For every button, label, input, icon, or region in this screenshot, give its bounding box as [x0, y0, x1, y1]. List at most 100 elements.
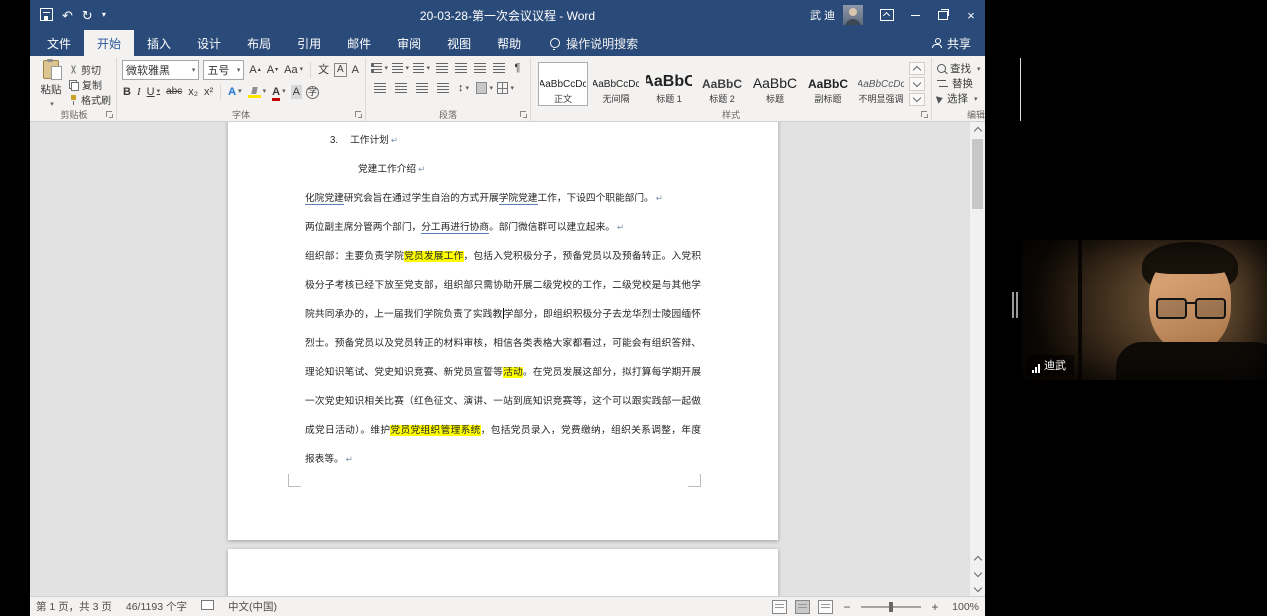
paragraph-dialog-launcher[interactable] [520, 111, 528, 119]
style-item[interactable]: AaBbC标题 2 [697, 62, 747, 106]
clipboard-dialog-launcher[interactable] [106, 111, 114, 119]
font-dialog-launcher[interactable] [355, 111, 363, 119]
phonetic-guide-button[interactable]: 文 [317, 63, 330, 77]
document-line[interactable]: 成党日活动）。维护党员党组织管理系统，包括党员录入，党费缴纳，组织关系调整，年度 [305, 416, 701, 445]
align-left-button[interactable] [371, 80, 388, 96]
text-effects-button[interactable]: A▾ [227, 85, 242, 99]
style-item[interactable]: AaBbC标题 1 [644, 62, 694, 106]
save-button[interactable] [40, 8, 53, 23]
strikethrough-button[interactable]: abc [165, 85, 183, 99]
ribbon-display-options-button[interactable] [873, 0, 901, 30]
document-page-1[interactable]: 3.工作计划↵党建工作介绍↵化院党建研究会旨在通过学生自治的方式开展学院党建工作… [228, 122, 778, 540]
sort-button[interactable] [491, 60, 506, 76]
zoom-percent[interactable]: 100% [949, 601, 979, 613]
redo-button[interactable]: ↻ [82, 9, 93, 22]
document-line[interactable]: 极分子考核已经下放至党支部，组织部只需协助开展二级党校的工作，二级党校是与其他学 [305, 271, 701, 300]
next-page-button[interactable] [970, 566, 985, 581]
previous-page-button[interactable] [970, 551, 985, 566]
bold-button[interactable]: B [122, 85, 132, 99]
line-spacing-button[interactable]: ↕▾ [455, 80, 472, 96]
show-formatting-marks-button[interactable]: ¶ [510, 60, 525, 76]
replace-button[interactable]: 替换 [937, 76, 1015, 91]
grow-font-button[interactable]: A [248, 63, 261, 77]
vertical-scrollbar[interactable] [969, 122, 985, 596]
superscript-button[interactable]: x² [203, 85, 214, 99]
subscript-button[interactable]: x₂ [187, 85, 199, 99]
tell-me-search[interactable]: 操作说明搜索 [550, 30, 638, 56]
ribbon-tab[interactable]: 审阅 [384, 30, 434, 56]
zoom-in-button[interactable]: + [929, 601, 941, 613]
zoom-slider-thumb[interactable] [889, 602, 893, 612]
read-mode-button[interactable] [772, 600, 787, 614]
scrollbar-thumb[interactable] [972, 139, 983, 209]
asian-layout-button[interactable] [472, 60, 487, 76]
ribbon-tab[interactable]: 文件 [34, 30, 84, 56]
video-collapse-handle[interactable] [1012, 292, 1019, 318]
page-number-status[interactable]: 第 1 页，共 3 页 [36, 599, 112, 614]
styles-more-button[interactable] [909, 93, 925, 106]
decrease-indent-button[interactable] [434, 60, 449, 76]
ribbon-tab[interactable]: 设计 [184, 30, 234, 56]
increase-indent-button[interactable] [453, 60, 468, 76]
bullets-button[interactable]: ▾ [371, 60, 388, 76]
ribbon-tab[interactable]: 布局 [234, 30, 284, 56]
document-line[interactable]: 报表等。↵ [305, 445, 701, 474]
ribbon-tab[interactable]: 开始 [84, 30, 134, 56]
document-line[interactable]: 党建工作介绍↵ [358, 155, 701, 184]
font-name-combo[interactable]: 微软雅黑▾ [122, 60, 199, 80]
style-item[interactable]: AaBbC标题 [750, 62, 800, 106]
restore-button[interactable] [929, 0, 957, 30]
italic-button[interactable]: I [136, 85, 142, 99]
proofing-status[interactable] [201, 600, 214, 613]
style-item[interactable]: AaBbCcDc不明显强调 [856, 62, 906, 106]
document-line[interactable]: 3.工作计划↵ [330, 126, 701, 155]
ribbon-tab[interactable]: 邮件 [334, 30, 384, 56]
language-status[interactable]: 中文(中国) [228, 599, 277, 614]
document-line[interactable]: 两位副主席分管两个部门，分工再进行协商。部门微信群可以建立起来。↵ [305, 213, 701, 242]
document-line[interactable]: 理论知识笔试、党史知识竞赛、新党员宣誓等活动。在党员发展这部分，拟打算每学期开展 [305, 358, 701, 387]
document-page-2[interactable] [228, 549, 778, 596]
share-button[interactable]: 共享 [932, 30, 971, 56]
cut-button[interactable]: 剪切 [69, 62, 111, 77]
enclose-characters-button[interactable]: 字 [306, 86, 319, 99]
print-layout-button[interactable] [795, 600, 810, 614]
style-item[interactable]: AaBbCcDc无间隔 [591, 62, 641, 106]
zoom-slider[interactable] [861, 606, 921, 608]
scroll-down-button[interactable] [970, 581, 985, 596]
style-item[interactable]: AaBbC副标题 [803, 62, 853, 106]
document-line[interactable]: 化院党建研究会旨在通过学生自治的方式开展学院党建工作，下设四个职能部门。↵ [305, 184, 701, 213]
web-layout-button[interactable] [818, 600, 833, 614]
styles-dialog-launcher[interactable] [921, 111, 929, 119]
ribbon-tab[interactable]: 视图 [434, 30, 484, 56]
align-right-button[interactable] [413, 80, 430, 96]
select-button[interactable]: 选择▾ [937, 91, 1015, 106]
multilevel-list-button[interactable]: ▾ [413, 60, 430, 76]
style-item[interactable]: AaBbCcDc正文 [538, 62, 588, 106]
undo-button[interactable]: ↶ [62, 9, 73, 22]
zoom-out-button[interactable]: − [841, 601, 853, 613]
format-painter-button[interactable]: 格式刷 [69, 92, 111, 107]
ribbon-tab[interactable]: 帮助 [484, 30, 534, 56]
borders-button[interactable]: ▾ [497, 80, 514, 96]
clear-formatting-button[interactable]: A [351, 63, 360, 77]
close-button[interactable]: × [957, 0, 985, 30]
scroll-up-button[interactable] [970, 122, 985, 137]
font-color-button[interactable]: A▾ [271, 85, 286, 99]
video-panel[interactable]: 迪武 [1022, 240, 1267, 380]
styles-scroll-down-button[interactable] [909, 77, 925, 90]
document-line[interactable]: 烈士。预备党员以及党员转正的材料审核，相信各类表格大家都看过，可能会有组织答辩、 [305, 329, 701, 358]
qat-customize-button[interactable]: ▾ [102, 11, 106, 19]
align-center-button[interactable] [392, 80, 409, 96]
document-line[interactable]: 院共同承办的，上一届我们学院负责了实践教学部分，即组织积极分子去龙华烈士陵园缅怀 [305, 300, 701, 329]
ribbon-tab[interactable]: 引用 [284, 30, 334, 56]
shading-button[interactable]: ▾ [476, 80, 493, 96]
character-border-button[interactable]: A [334, 63, 347, 77]
highlight-color-button[interactable]: ▾ [247, 85, 268, 99]
styles-scroll-up-button[interactable] [909, 62, 925, 75]
underline-button[interactable]: U▾ [146, 85, 161, 99]
paste-button[interactable]: 粘贴 ▾ [37, 60, 65, 108]
numbering-button[interactable]: ▾ [392, 60, 409, 76]
ribbon-tab[interactable]: 插入 [134, 30, 184, 56]
document-line[interactable]: 组织部：主要负责学院党员发展工作，包括入党积极分子，预备党员以及预备转正。入党积 [305, 242, 701, 271]
minimize-button[interactable] [901, 0, 929, 30]
